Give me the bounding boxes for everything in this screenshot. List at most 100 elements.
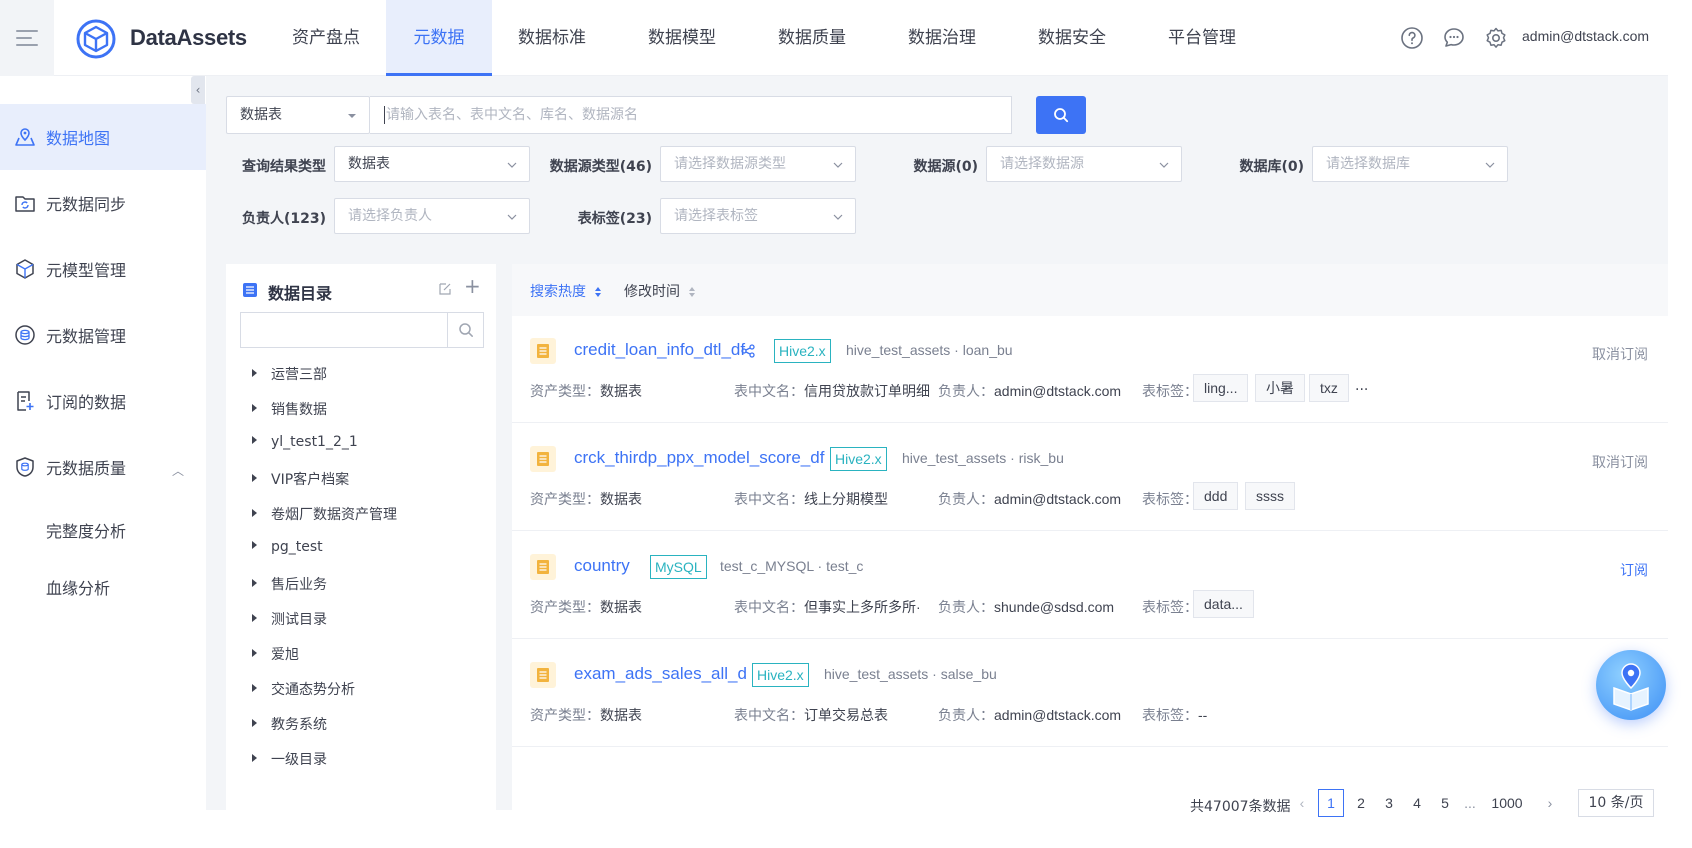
catalog-tree-item[interactable]: 爱旭 bbox=[252, 644, 299, 664]
sort-icon bbox=[595, 287, 602, 297]
catalog-tree-item[interactable]: 交通态势分析 bbox=[252, 679, 355, 699]
catalog-tree-item[interactable]: 测试目录 bbox=[252, 609, 327, 629]
unsubscribe-button[interactable]: 取消订阅 bbox=[1592, 344, 1648, 364]
tree-item-label: 一级目录 bbox=[271, 752, 327, 768]
chevron-up-icon[interactable]: ︿ bbox=[172, 462, 184, 479]
search-button[interactable] bbox=[1036, 96, 1086, 134]
page-size-select[interactable]: 10 条/页 bbox=[1578, 789, 1654, 817]
page-number[interactable]: 4 bbox=[1406, 789, 1428, 817]
nav-item-data-standards[interactable]: 数据标准 bbox=[506, 0, 598, 76]
page-number[interactable]: 5 bbox=[1434, 789, 1456, 817]
result-type-select[interactable]: 数据表 bbox=[334, 146, 530, 182]
source-type-tag: Hive2.x bbox=[774, 339, 831, 363]
nav-item-data-security[interactable]: 数据安全 bbox=[1026, 0, 1118, 76]
tree-item-label: 教务系统 bbox=[271, 717, 327, 733]
catalog-tree-item[interactable]: 运营三部 bbox=[252, 364, 327, 384]
floating-helper-button[interactable] bbox=[1596, 650, 1666, 720]
empty-tags-value: -- bbox=[1198, 707, 1208, 723]
meta-label: 负责人： bbox=[938, 600, 994, 616]
nav-item-data-governance[interactable]: 数据治理 bbox=[896, 0, 988, 76]
user-account-menu[interactable]: admin@dtstack.com bbox=[1522, 28, 1649, 44]
search-type-select[interactable]: 数据表 bbox=[226, 96, 370, 134]
prev-page-button[interactable]: ‹ bbox=[1292, 789, 1312, 817]
page-number[interactable]: 3 bbox=[1378, 789, 1400, 817]
nav-item-asset-inventory[interactable]: 资产盘点 bbox=[280, 0, 372, 76]
data-catalog-panel: 数据目录 + 运营三部 销售数据 yl_test1_2_1 VIP客户档案 卷烟… bbox=[226, 264, 496, 810]
meta-label: 表中文名： bbox=[734, 492, 804, 508]
table-name-link[interactable]: credit_loan_info_dtl_df bbox=[574, 340, 745, 360]
source-select[interactable]: 请选择数据源 bbox=[986, 146, 1182, 182]
chevron-down-icon bbox=[1485, 162, 1495, 168]
catalog-tree-item[interactable]: 教务系统 bbox=[252, 714, 327, 734]
meta-label: 负责人： bbox=[938, 708, 994, 724]
subscribe-button[interactable]: 订阅 bbox=[1620, 560, 1648, 580]
tree-item-label: VIP客户档案 bbox=[271, 472, 350, 488]
sort-by-modified-time[interactable]: 修改时间 bbox=[624, 281, 696, 301]
table-name-link[interactable]: exam_ads_sales_all_d bbox=[574, 664, 747, 684]
source-type-select[interactable]: 请选择数据源类型 bbox=[660, 146, 856, 182]
edit-icon[interactable] bbox=[438, 282, 452, 296]
result-row[interactable]: country MySQL test_c_MYSQL · test_c 订阅 资… bbox=[512, 532, 1668, 639]
settings-gear-icon[interactable] bbox=[1484, 26, 1508, 50]
page-number[interactable]: 1000 bbox=[1484, 789, 1530, 817]
source-type-tag: Hive2.x bbox=[830, 447, 887, 471]
more-tags-indicator[interactable]: ... bbox=[1355, 378, 1368, 394]
catalog-search-button[interactable] bbox=[447, 312, 484, 348]
table-tag-chip: data... bbox=[1193, 590, 1254, 618]
chevron-down-icon bbox=[833, 162, 843, 168]
meta-label: 表中文名： bbox=[734, 384, 804, 400]
meta-label: 资产类型： bbox=[530, 708, 600, 724]
lineage-icon[interactable] bbox=[740, 343, 756, 359]
catalog-search-input[interactable] bbox=[240, 312, 448, 348]
unsubscribe-button[interactable]: 取消订阅 bbox=[1592, 452, 1648, 472]
sidebar-collapse-button[interactable]: ‹ bbox=[191, 76, 205, 104]
sidebar-item-meta-model[interactable]: 元模型管理 bbox=[0, 236, 206, 302]
sidebar-item-subscribed-data[interactable]: 订阅的数据 bbox=[0, 368, 206, 434]
page-number[interactable]: 1 bbox=[1318, 789, 1344, 817]
nav-item-metadata[interactable]: 元数据 bbox=[386, 0, 492, 76]
result-row[interactable]: crck_thirdp_ppx_model_score_df Hive2.x h… bbox=[512, 424, 1668, 531]
catalog-tree-item[interactable]: VIP客户档案 bbox=[252, 469, 349, 489]
nav-item-platform-admin[interactable]: 平台管理 bbox=[1156, 0, 1248, 76]
next-page-button[interactable]: › bbox=[1540, 789, 1560, 817]
sidebar-subitem-lineage[interactable]: 血缘分析 bbox=[46, 575, 110, 599]
database-path: hive_test_assets · salse_bu bbox=[824, 666, 997, 682]
result-row[interactable]: credit_loan_info_dtl_df Hive2.x hive_tes… bbox=[512, 316, 1668, 423]
catalog-tree-item[interactable]: pg_test bbox=[252, 539, 323, 555]
catalog-tree-item[interactable]: 一级目录 bbox=[252, 749, 327, 769]
sort-by-hotness[interactable]: 搜索热度 bbox=[530, 281, 602, 301]
help-icon[interactable] bbox=[1400, 26, 1424, 50]
database-select[interactable]: 请选择数据库 bbox=[1312, 146, 1508, 182]
catalog-tree-item[interactable]: 卷烟厂数据资产管理 bbox=[252, 504, 397, 524]
nav-item-data-model[interactable]: 数据模型 bbox=[636, 0, 728, 76]
search-input[interactable]: 请输入表名、表中文名、库名、数据源名 bbox=[370, 96, 1012, 134]
message-icon[interactable] bbox=[1442, 26, 1466, 50]
caret-right-icon bbox=[252, 474, 257, 482]
nav-item-data-quality[interactable]: 数据质量 bbox=[766, 0, 858, 76]
table-tag-select[interactable]: 请选择表标签 bbox=[660, 198, 856, 234]
catalog-tree-item[interactable]: 售后业务 bbox=[252, 574, 327, 594]
sidebar-subitem-completeness[interactable]: 完整度分析 bbox=[46, 518, 126, 542]
table-tag-chip: 小暑 bbox=[1255, 374, 1305, 402]
table-tag-chip: ssss bbox=[1245, 482, 1295, 510]
result-row[interactable]: exam_ads_sales_all_d Hive2.x hive_test_a… bbox=[512, 640, 1668, 747]
filter-label-source: 数据源(0) bbox=[913, 159, 978, 175]
caret-right-icon bbox=[252, 614, 257, 622]
table-name-link[interactable]: crck_thirdp_ppx_model_score_df bbox=[574, 448, 824, 468]
menu-toggle-button[interactable] bbox=[0, 0, 54, 76]
sidebar-item-metadata-management[interactable]: 元数据管理 bbox=[0, 302, 206, 368]
sidebar-item-data-map[interactable]: 数据地图 bbox=[0, 104, 206, 170]
catalog-tree-item[interactable]: 销售数据 bbox=[252, 399, 327, 419]
sidebar-item-metadata-sync[interactable]: 元数据同步 bbox=[0, 170, 206, 236]
owner-select[interactable]: 请选择负责人 bbox=[334, 198, 530, 234]
page-number[interactable]: 2 bbox=[1350, 789, 1372, 817]
map-icon bbox=[15, 128, 35, 146]
filter-label-result-type: 查询结果类型 bbox=[242, 159, 326, 175]
catalog-tree-item[interactable]: yl_test1_2_1 bbox=[252, 434, 358, 450]
page-ellipsis[interactable]: ... bbox=[1460, 789, 1480, 817]
table-name-link[interactable]: country bbox=[574, 556, 630, 576]
tree-item-label: 测试目录 bbox=[271, 612, 327, 628]
owner-value: admin@dtstack.com bbox=[994, 707, 1122, 723]
sidebar-item-label: 元模型管理 bbox=[46, 261, 127, 280]
add-icon[interactable]: + bbox=[464, 276, 481, 296]
